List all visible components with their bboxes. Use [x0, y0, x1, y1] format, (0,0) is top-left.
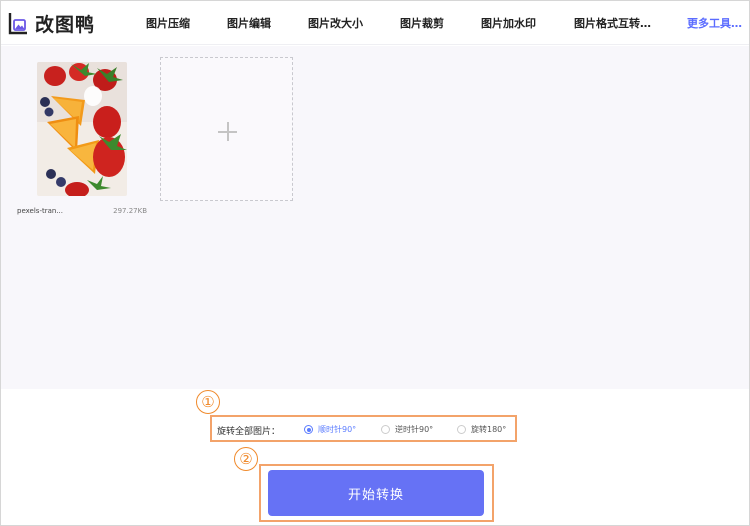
logo-icon: [8, 12, 27, 34]
nav-more-tools[interactable]: 更多工具…: [687, 15, 742, 31]
add-image-button[interactable]: [160, 57, 293, 201]
logo-text: 改图鸭: [35, 14, 96, 36]
file-name: pexels-tran...: [17, 207, 64, 215]
image-card[interactable]: pexels-tran... 297.27KB: [13, 56, 149, 228]
nav-format-convert[interactable]: 图片格式互转…: [574, 15, 651, 31]
radio-label: 逆时针90°: [395, 425, 434, 434]
rotate-options-group: 旋转全部图片： 顺时针90° 逆时针90° 旋转180°: [210, 415, 517, 442]
app-window: 改图鸭 图片压缩 图片编辑 图片改大小 图片裁剪 图片加水印 图片格式互转… 更…: [0, 0, 750, 526]
plus-icon-vertical: [226, 122, 229, 141]
fruit-photo-image: [37, 62, 127, 196]
radio-dot-icon: [381, 425, 390, 434]
radio-label: 顺时针90°: [318, 425, 357, 434]
radio-rotate-180[interactable]: 旋转180°: [457, 424, 506, 435]
logo[interactable]: 改图鸭: [7, 10, 95, 37]
step-marker-two: ②: [234, 447, 258, 471]
top-header: 改图鸭 图片压缩 图片编辑 图片改大小 图片裁剪 图片加水印 图片格式互转… 更…: [1, 1, 749, 45]
radio-counterclockwise-90[interactable]: 逆时针90°: [381, 424, 433, 435]
nav-image-watermark[interactable]: 图片加水印: [481, 15, 536, 31]
upload-workarea: pexels-tran... 297.27KB: [1, 46, 749, 389]
start-button-highlight: 开始转换: [259, 464, 494, 522]
radio-clockwise-90[interactable]: 顺时针90°: [304, 424, 356, 435]
nav-image-resize[interactable]: 图片改大小: [308, 15, 363, 31]
radio-dot-icon: [457, 425, 466, 434]
image-thumbnail[interactable]: [37, 62, 127, 196]
nav-image-crop[interactable]: 图片裁剪: [400, 15, 444, 31]
nav-image-compress[interactable]: 图片压缩: [146, 15, 190, 31]
radio-dot-icon: [304, 425, 313, 434]
step-marker-one: ①: [196, 390, 220, 414]
nav-image-edit[interactable]: 图片编辑: [227, 15, 271, 31]
rotate-all-label: 旋转全部图片：: [217, 427, 281, 437]
file-size: 297.27KB: [113, 207, 147, 215]
start-convert-button[interactable]: 开始转换: [268, 470, 484, 516]
radio-label: 旋转180°: [471, 425, 507, 434]
